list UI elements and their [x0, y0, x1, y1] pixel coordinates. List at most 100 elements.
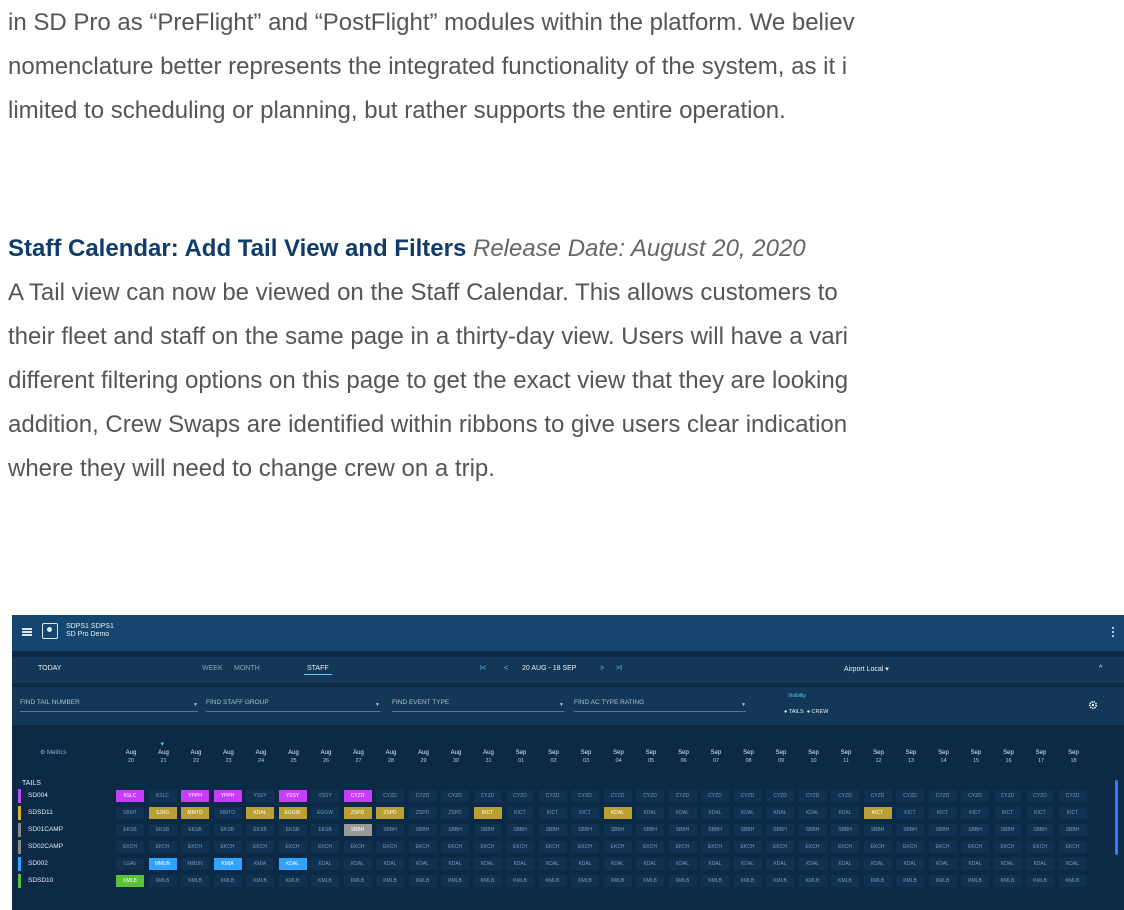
calendar-cell[interactable]: KICT [571, 807, 599, 819]
calendar-cell[interactable]: LGAV [116, 858, 144, 870]
calendar-cell[interactable]: CYZD [1058, 790, 1087, 802]
calendar-cell[interactable]: SBBH [343, 824, 372, 836]
tail-number[interactable]: SD02CAMP [28, 843, 63, 850]
calendar-cell[interactable]: EKCH [473, 841, 502, 853]
calendar-cell[interactable]: EKSB [246, 824, 274, 836]
calendar-cell[interactable]: EKCH [148, 841, 177, 853]
calendar-cell[interactable]: CYZD [343, 790, 372, 802]
calendar-cell[interactable]: EKCH [376, 841, 404, 853]
table-row[interactable]: SDSD10 KMLB KMLB KMLB KMLB KMLB KMLB KMLB KMLB KM… [12, 874, 1106, 888]
calendar-cell[interactable]: KMLB [376, 875, 404, 887]
calendar-cell[interactable]: EKCH [278, 841, 307, 853]
calendar-cell[interactable]: KICT [993, 807, 1022, 819]
calendar-cell[interactable]: MMTO [181, 807, 209, 819]
calendar-cell[interactable]: CYZD [441, 790, 469, 802]
calendar-cell[interactable]: CYZD [408, 790, 437, 802]
calendar-cell[interactable]: KMLB [343, 875, 372, 887]
calendar-cell[interactable]: KICT [506, 807, 534, 819]
calendar-cell[interactable]: EKCH [506, 841, 534, 853]
calendar-cell[interactable]: KDAL [733, 807, 762, 819]
calendar-cell[interactable]: YSSY [246, 790, 274, 802]
calendar-cell[interactable]: MMUN [181, 858, 209, 870]
calendar-cell[interactable]: SBBH [928, 824, 957, 836]
calendar-cell[interactable]: EGGW [311, 807, 339, 819]
calendar-cell[interactable]: EKCH [961, 841, 989, 853]
calendar-cell[interactable]: KMLB [506, 875, 534, 887]
calendar-cell[interactable]: EKSB [213, 824, 242, 836]
calendar-cell[interactable]: KDAL [733, 858, 762, 870]
calendar-cell[interactable]: EKCH [181, 841, 209, 853]
calendar-cell[interactable]: KMLB [961, 875, 989, 887]
calendar-cell[interactable]: SBBH [798, 824, 827, 836]
calendar-cell[interactable]: KDAL [278, 858, 307, 870]
user-icon[interactable] [42, 623, 58, 639]
calendar-cell[interactable]: SBBH [863, 824, 892, 836]
calendar-cell[interactable]: KDAL [863, 858, 892, 870]
calendar-cell[interactable]: KDAL [928, 858, 957, 870]
find-ac-type-rating-input[interactable]: FIND AC TYPE RATING ▼ [574, 699, 746, 712]
calendar-cell[interactable]: KMLB [473, 875, 502, 887]
calendar-cell[interactable]: KDAL [961, 858, 989, 870]
calendar-cell[interactable]: CYZD [766, 790, 794, 802]
calendar-cell[interactable]: SBBH [506, 824, 534, 836]
calendar-cell[interactable]: SBBH [538, 824, 567, 836]
calendar-cell[interactable]: CYZD [506, 790, 534, 802]
calendar-cell[interactable]: KMLB [408, 875, 437, 887]
calendar-cell[interactable]: EKCH [896, 841, 924, 853]
calendar-cell[interactable]: EKSB [311, 824, 339, 836]
calendar-cell[interactable]: KDAL [246, 807, 274, 819]
calendar-cell[interactable]: KICT [1026, 807, 1054, 819]
calendar-cell[interactable]: EKCH [701, 841, 729, 853]
calendar-cell[interactable]: EKSB [148, 824, 177, 836]
calendar-cell[interactable]: EKCH [571, 841, 599, 853]
calendar-cell[interactable]: EKCH [213, 841, 242, 853]
calendar-cell[interactable]: KDAL [571, 858, 599, 870]
calendar-cell[interactable]: KDAL [603, 807, 632, 819]
calendar-cell[interactable]: KDAL [343, 858, 372, 870]
calendar-cell[interactable]: KDAL [798, 858, 827, 870]
calendar-cell[interactable]: SBBH [571, 824, 599, 836]
calendar-cell[interactable]: EKCH [1058, 841, 1087, 853]
calendar-cell[interactable]: EKCH [116, 841, 144, 853]
calendar-cell[interactable]: CYZD [928, 790, 957, 802]
calendar-cell[interactable]: KMIA [213, 858, 242, 870]
last-page-icon[interactable]: >I [616, 665, 622, 672]
calendar-cell[interactable]: KDAL [636, 858, 664, 870]
calendar-cell[interactable]: SBBH [668, 824, 697, 836]
calendar-cell[interactable]: KDAL [1058, 858, 1087, 870]
calendar-cell[interactable]: KMLB [278, 875, 307, 887]
calendar-cell[interactable]: KMLB [246, 875, 274, 887]
calendar-cell[interactable]: KMIA [246, 858, 274, 870]
calendar-cell[interactable]: KMLB [701, 875, 729, 887]
calendar-cell[interactable]: KMLB [571, 875, 599, 887]
calendar-cell[interactable]: YPPH [213, 790, 242, 802]
find-staff-group-input[interactable]: FIND STAFF GROUP ▼ [206, 699, 380, 712]
calendar-cell[interactable]: EKCH [408, 841, 437, 853]
calendar-cell[interactable]: SBBH [473, 824, 502, 836]
calendar-cell[interactable]: KMLB [441, 875, 469, 887]
calendar-cell[interactable]: KICT [1058, 807, 1087, 819]
calendar-cell[interactable]: CYZD [668, 790, 697, 802]
calendar-cell[interactable]: EKSB [116, 824, 144, 836]
calendar-cell[interactable]: CYZD [733, 790, 762, 802]
calendar-cell[interactable]: KMLB [733, 875, 762, 887]
calendar-cell[interactable]: KICT [961, 807, 989, 819]
table-row[interactable]: SD01CAMP EKSB EKSB EKSB EKSB EKSB EKSB EKSB SBBH… [12, 823, 1106, 837]
calendar-cell[interactable]: SBBH [831, 824, 859, 836]
calendar-cell[interactable]: SBBH [896, 824, 924, 836]
calendar-cell[interactable]: EKCH [993, 841, 1022, 853]
calendar-cell[interactable]: KDAL [701, 858, 729, 870]
tail-number[interactable]: SD01CAMP [28, 826, 63, 833]
calendar-cell[interactable]: EKSB [278, 824, 307, 836]
today-button[interactable]: TODAY [38, 665, 61, 672]
calendar-cell[interactable]: ZSPD [343, 807, 372, 819]
calendar-cell[interactable]: SBMT [116, 807, 144, 819]
calendar-cell[interactable]: KMLB [831, 875, 859, 887]
calendar-cell[interactable]: KMLB [116, 875, 144, 887]
metrics-label[interactable]: ⚙ Metrics [40, 749, 66, 756]
tail-number[interactable]: SD002 [28, 860, 48, 867]
calendar-cell[interactable]: KMLB [636, 875, 664, 887]
calendar-cell[interactable]: ZSPD [376, 807, 404, 819]
calendar-cell[interactable]: SBBH [733, 824, 762, 836]
calendar-cell[interactable]: KMLB [603, 875, 632, 887]
